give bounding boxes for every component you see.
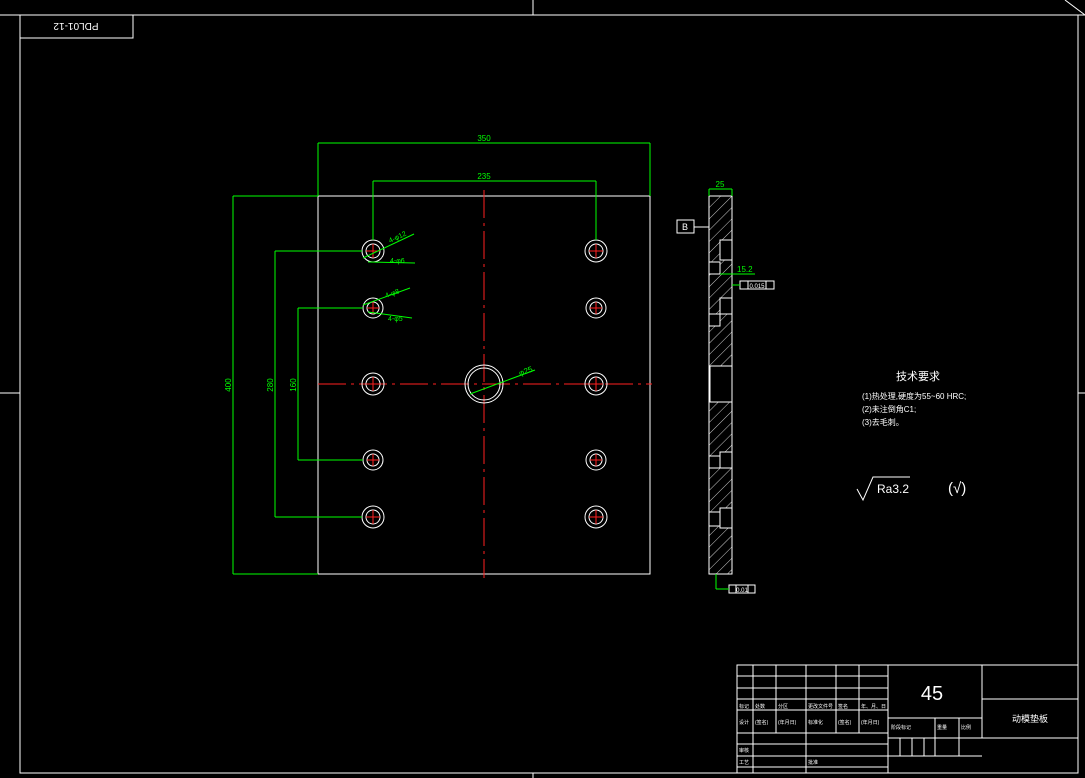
svg-text:标记: 标记	[739, 703, 749, 710]
drawing-code-box: PDL01-12	[19, 14, 134, 39]
tech-req-item-2: (2)未注倒角C1;	[862, 404, 916, 414]
dim-width-outer: 350	[477, 134, 491, 143]
svg-text:批准: 批准	[808, 759, 818, 766]
tolerance-frame-2: 0.01	[715, 574, 756, 594]
side-section-view: 25 15.2 B 0.015 0.01	[676, 180, 775, 594]
drawing-code-text: PDL01-12	[53, 20, 98, 31]
svg-text:(年月日): (年月日)	[778, 719, 797, 726]
dim-side-depth: 15.2	[737, 265, 753, 274]
svg-text:更改文件号: 更改文件号	[808, 703, 833, 710]
svg-text:0.015: 0.015	[749, 284, 765, 290]
svg-text:审核: 审核	[739, 747, 749, 754]
dim-height-160: 160	[289, 378, 298, 392]
hole-callout-4: 4-φ5	[388, 316, 403, 323]
svg-text:标准化: 标准化	[808, 719, 823, 726]
dim-center-hole: φ25	[518, 364, 535, 377]
technical-requirements: 技术要求 (1)热处理,硬度为55~60 HRC; (2)未注倒角C1; (3)…	[862, 370, 966, 427]
svg-text:年、月、日: 年、月、日	[861, 703, 886, 710]
drawing-canvas: PDL01-12 350 235 400 280 160 φ25 4-φ12 4…	[0, 0, 1085, 778]
dim-width-inner: 235	[477, 172, 491, 181]
tech-req-item-3: (3)去毛刺。	[862, 417, 904, 427]
dim-side-thickness: 25	[716, 180, 725, 189]
svg-text:重量: 重量	[937, 724, 947, 731]
svg-text:阶段标记: 阶段标记	[891, 724, 911, 731]
dim-height-280: 280	[266, 378, 275, 392]
hole-callout-3: 4-φ8	[384, 288, 400, 300]
svg-text:设计: 设计	[739, 719, 749, 726]
hole-callout-1: 4-φ12	[388, 231, 408, 245]
svg-text:分区: 分区	[778, 703, 788, 710]
surface-roughness: Ra3.2 (√)	[856, 476, 966, 502]
hole-callout-2: 4-φ6	[390, 258, 405, 265]
tech-req-title: 技术要求	[896, 370, 940, 383]
part-name-text: 动模垫板	[1012, 713, 1048, 724]
roughness-other: (√)	[948, 480, 966, 497]
roughness-value: Ra3.2	[877, 482, 909, 496]
tolerance-frame-1: 0.015	[732, 280, 775, 290]
svg-text:0.01: 0.01	[736, 588, 748, 594]
svg-text:(年月日): (年月日)	[861, 719, 880, 726]
material-text: 45	[921, 683, 943, 705]
svg-text:签名: 签名	[838, 703, 848, 710]
svg-text:(签名): (签名)	[838, 719, 852, 726]
svg-text:处数: 处数	[755, 703, 765, 710]
title-block: 45 动模垫板 标记 处数 分区 更改文件号 签名 年、月、日 设计 (签名) …	[736, 664, 1079, 774]
main-view: 350 235 400 280 160 φ25 4-φ12 4-φ6 4-φ8 …	[224, 134, 652, 578]
datum-label: B	[682, 222, 688, 232]
svg-text:比例: 比例	[961, 724, 971, 731]
svg-text:(签名): (签名)	[755, 719, 769, 726]
tech-req-item-1: (1)热处理,硬度为55~60 HRC;	[862, 391, 966, 401]
dim-height-outer: 400	[224, 378, 233, 392]
drawing-border	[0, 0, 1085, 778]
svg-text:工艺: 工艺	[739, 760, 749, 766]
